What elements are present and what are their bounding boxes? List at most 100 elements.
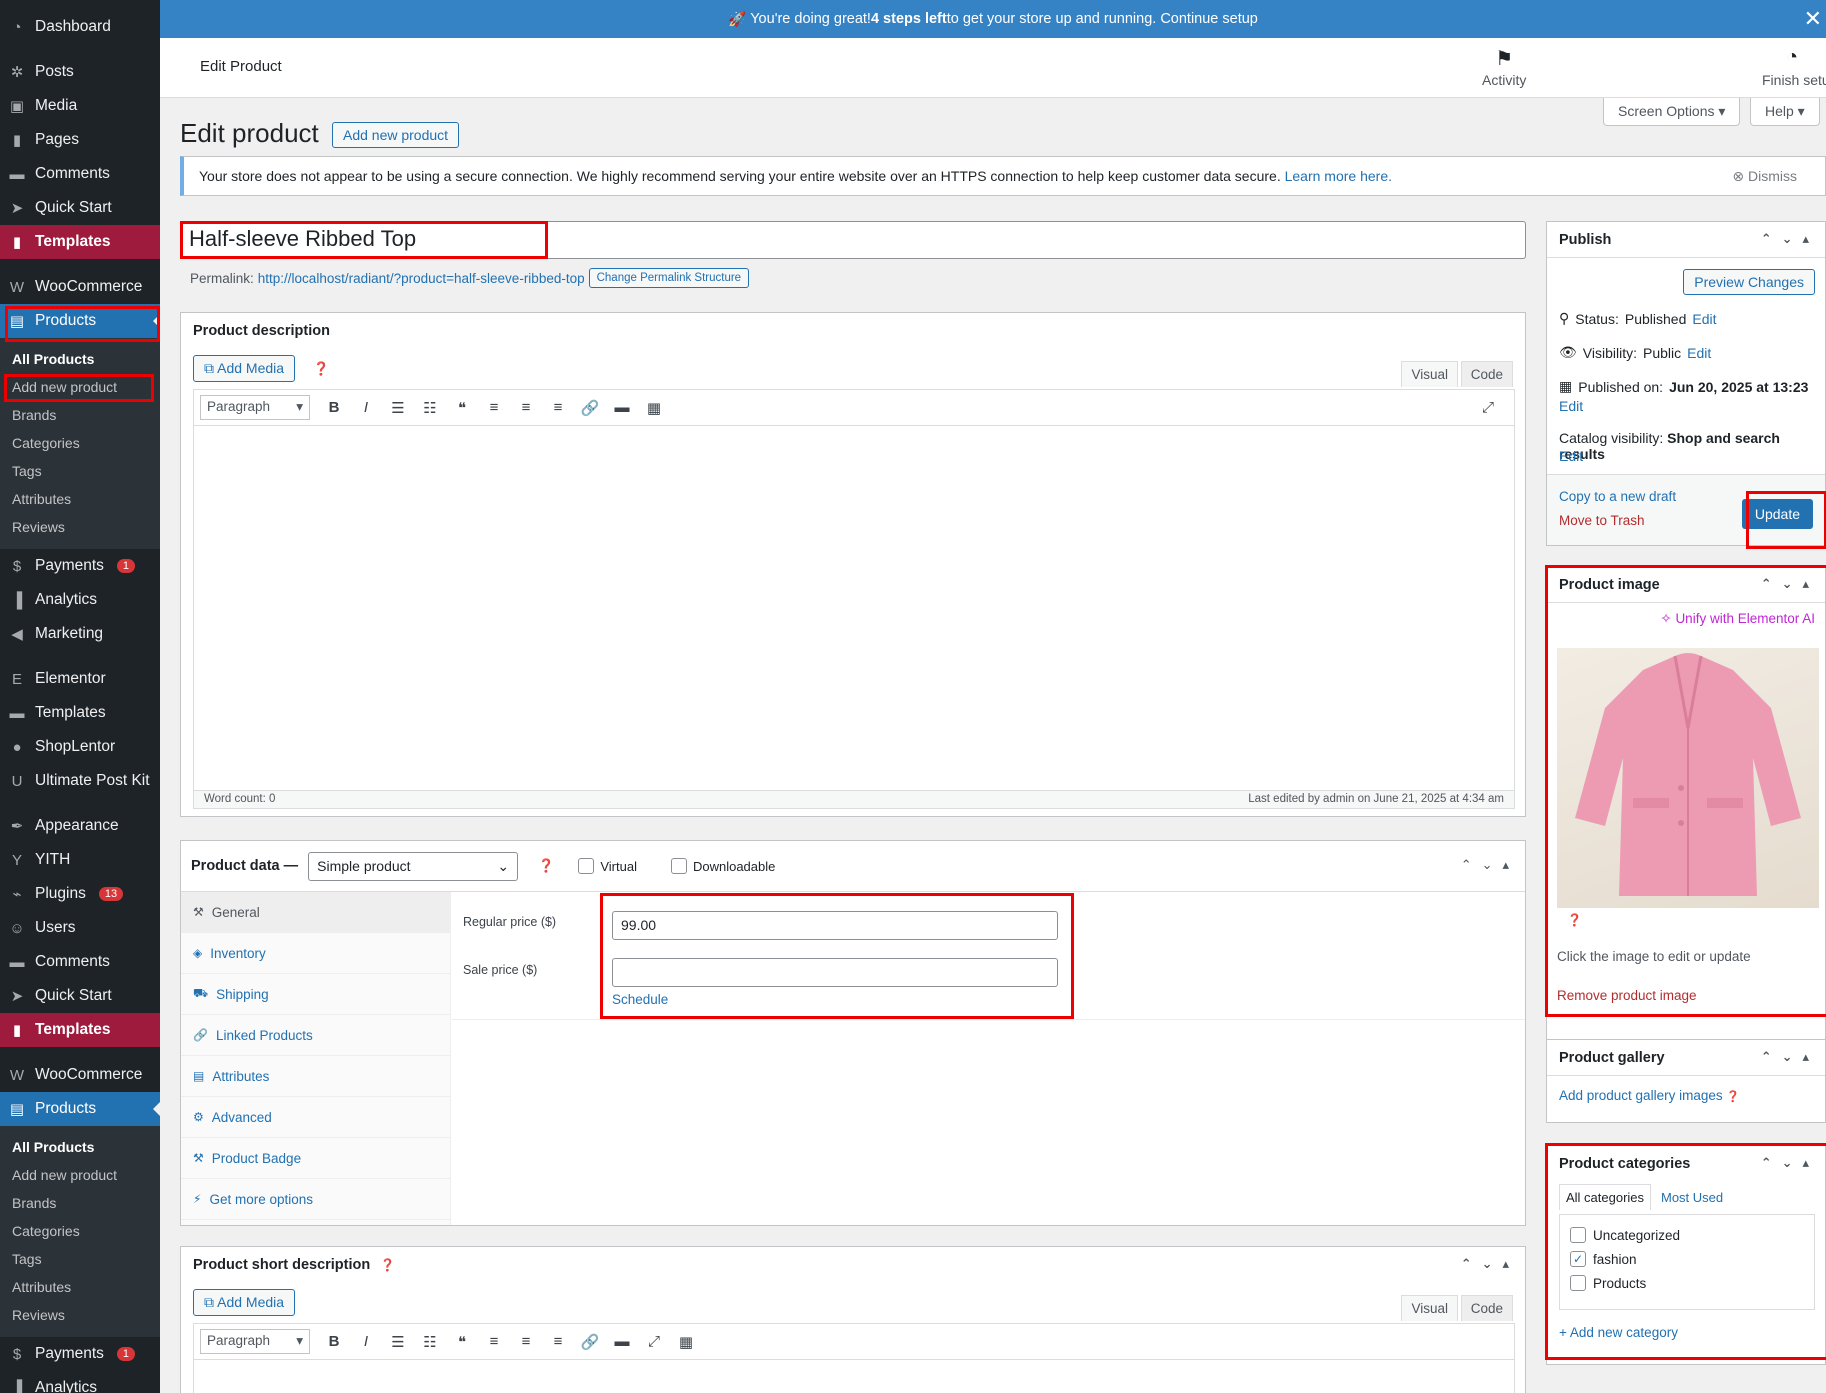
tab-code[interactable]: Code: [1460, 1295, 1513, 1321]
menu-item-products[interactable]: ▤ Products: [0, 1092, 160, 1126]
sale-price-input[interactable]: [612, 958, 1058, 987]
regular-price-input[interactable]: 99.00: [612, 911, 1058, 940]
numbered-list-icon[interactable]: ☷: [414, 399, 446, 417]
tab-most-used[interactable]: Most Used: [1661, 1190, 1723, 1205]
align-center-icon[interactable]: ≡: [510, 399, 542, 416]
menu-item-users[interactable]: ☺ Users: [0, 911, 160, 945]
menu-item-ultimate-post-kit[interactable]: U Ultimate Post Kit: [0, 764, 160, 798]
help-icon[interactable]: ❓: [1567, 913, 1582, 927]
menu-item-payments[interactable]: $ Payments 1: [0, 1337, 160, 1371]
tab-advanced[interactable]: ⚙ Advanced: [181, 1097, 450, 1138]
box-controls[interactable]: ⌃⌄▴: [1761, 1049, 1819, 1065]
menu-item-quick-start[interactable]: ➤ Quick Start: [0, 979, 160, 1013]
tab-visual[interactable]: Visual: [1401, 361, 1458, 387]
menu-item-elementor[interactable]: E Elementor: [0, 662, 160, 696]
tab-visual[interactable]: Visual: [1401, 1295, 1458, 1321]
menu-item-templates[interactable]: ▮ Templates: [0, 1013, 160, 1047]
copy-draft-link[interactable]: Copy to a new draft: [1559, 489, 1676, 504]
add-category-link[interactable]: + Add new category: [1559, 1325, 1678, 1340]
category-checkbox[interactable]: [1570, 1275, 1586, 1291]
category-checkbox[interactable]: [1570, 1227, 1586, 1243]
format-select[interactable]: Paragraph ▾: [200, 395, 310, 420]
menu-item-comments[interactable]: ▬ Comments: [0, 157, 160, 191]
tab-attributes[interactable]: ▤ Attributes: [181, 1056, 450, 1097]
downloadable-checkbox[interactable]: Downloadable: [670, 858, 775, 874]
submenu-categories[interactable]: Categories: [0, 1217, 160, 1245]
menu-item-posts[interactable]: ✲ Posts: [0, 55, 160, 89]
help-icon[interactable]: ❓: [380, 1258, 395, 1272]
submenu-brands[interactable]: Brands: [0, 1189, 160, 1217]
tab-product-badge[interactable]: ⚒ Product Badge: [181, 1138, 450, 1179]
submenu-add-new-product[interactable]: Add new product: [0, 1161, 160, 1189]
menu-item-marketing[interactable]: ◀ Marketing: [0, 617, 160, 651]
product-title-input[interactable]: Half-sleeve Ribbed Top: [180, 221, 1526, 259]
align-left-icon[interactable]: ≡: [478, 399, 510, 416]
menu-item-templates[interactable]: ▮ Templates: [0, 225, 160, 259]
menu-item-plugins[interactable]: ⌁ Plugins 13: [0, 877, 160, 911]
category-uncategorized[interactable]: Uncategorized: [1560, 1223, 1814, 1247]
italic-icon[interactable]: I: [350, 1333, 382, 1350]
menu-item-quick-start[interactable]: ➤ Quick Start: [0, 191, 160, 225]
fullscreen-icon[interactable]: ⤢: [638, 1333, 670, 1350]
help-icon[interactable]: ❓: [538, 858, 554, 874]
quote-icon[interactable]: ❝: [446, 1333, 478, 1351]
screen-options-button[interactable]: Screen Options ▾: [1603, 98, 1741, 126]
submenu-brands[interactable]: Brands: [0, 401, 160, 429]
short-editor-area[interactable]: Paragraph ▾ B I ☰ ☷ ❝ ≡ ≡ ≡ 🔗 ▬ ⤢ ▦: [193, 1323, 1515, 1393]
align-center-icon[interactable]: ≡: [510, 1333, 542, 1350]
menu-item-yith[interactable]: Y YITH: [0, 843, 160, 877]
menu-item-analytics[interactable]: ▐ Analytics: [0, 1371, 160, 1393]
bullet-list-icon[interactable]: ☰: [382, 1333, 414, 1351]
submenu-tags[interactable]: Tags: [0, 457, 160, 485]
tab-get-more-options[interactable]: ⚡ Get more options: [181, 1179, 450, 1220]
unify-elementor-ai-button[interactable]: ✧ Unify with Elementor AI: [1660, 611, 1815, 627]
tab-shipping[interactable]: ⛟ Shipping: [181, 974, 450, 1015]
remove-image-link[interactable]: Remove product image: [1557, 988, 1697, 1003]
format-select[interactable]: Paragraph ▾: [200, 1329, 310, 1354]
menu-item-pages[interactable]: ▮ Pages: [0, 123, 160, 157]
toolbar-toggle-icon[interactable]: ▦: [670, 1333, 702, 1351]
submenu-attributes[interactable]: Attributes: [0, 485, 160, 513]
catalog-edit-link[interactable]: Edit: [1559, 448, 1583, 464]
menu-item-comments[interactable]: ▬ Comments: [0, 945, 160, 979]
read-more-icon[interactable]: ▬: [606, 1333, 638, 1350]
submenu-add-new-product[interactable]: Add new product: [0, 373, 160, 401]
help-icon[interactable]: ❓: [1726, 1091, 1740, 1103]
submenu-all-products[interactable]: All Products: [0, 345, 160, 373]
submenu-all-products[interactable]: All Products: [0, 1133, 160, 1161]
quote-icon[interactable]: ❝: [446, 399, 478, 417]
menu-item-appearance[interactable]: ✒ Appearance: [0, 809, 160, 843]
menu-item-shoplentor[interactable]: ● ShopLentor: [0, 730, 160, 764]
learn-more-link[interactable]: Learn more here.: [1285, 168, 1392, 184]
align-right-icon[interactable]: ≡: [542, 1333, 574, 1350]
help-icon[interactable]: ❓: [313, 361, 329, 377]
permalink-link[interactable]: http://localhost/radiant/?product=half-s…: [258, 271, 585, 286]
menu-item-analytics[interactable]: ▐ Analytics: [0, 583, 160, 617]
virtual-checkbox[interactable]: Virtual: [578, 858, 637, 874]
add-media-button[interactable]: ⧉ Add Media: [193, 355, 296, 382]
schedule-link[interactable]: Schedule: [612, 992, 668, 1007]
change-permalink-button[interactable]: Change Permalink Structure: [588, 268, 750, 288]
update-button[interactable]: Update: [1741, 499, 1813, 529]
tab-code[interactable]: Code: [1460, 361, 1513, 387]
menu-item-dashboard[interactable]: ◔ Dashboard: [0, 10, 160, 44]
tab-all-categories[interactable]: All categories: [1559, 1184, 1652, 1210]
box-controls[interactable]: ⌃⌄▴: [1761, 231, 1819, 247]
align-right-icon[interactable]: ≡: [542, 399, 574, 416]
preview-changes-button[interactable]: Preview Changes: [1683, 269, 1815, 295]
add-gallery-images-link[interactable]: Add product gallery images: [1559, 1088, 1723, 1103]
fullscreen-icon[interactable]: ⤢: [1472, 399, 1504, 416]
box-controls[interactable]: ⌃⌄▴: [1461, 1256, 1519, 1272]
menu-item-products[interactable]: ▤ Products: [0, 304, 160, 338]
dismiss-button[interactable]: ⊗ Dismiss: [1732, 168, 1797, 185]
box-controls[interactable]: ⌃⌄▴: [1461, 857, 1519, 873]
help-button[interactable]: Help ▾: [1750, 98, 1820, 126]
bold-icon[interactable]: B: [318, 1333, 350, 1350]
tab-inventory[interactable]: ◈ Inventory: [181, 933, 450, 974]
toolbar-toggle-icon[interactable]: ▦: [638, 399, 670, 417]
visibility-edit-link[interactable]: Edit: [1687, 345, 1711, 361]
category-checkbox[interactable]: ✓: [1570, 1251, 1586, 1267]
editor-area[interactable]: Paragraph ▾ B I ☰ ☷ ❝ ≡ ≡ ≡ 🔗 ▬ ▦ ⤢ Word …: [193, 389, 1515, 809]
menu-item-woocommerce[interactable]: W WooCommerce: [0, 1058, 160, 1092]
submenu-attributes[interactable]: Attributes: [0, 1273, 160, 1301]
